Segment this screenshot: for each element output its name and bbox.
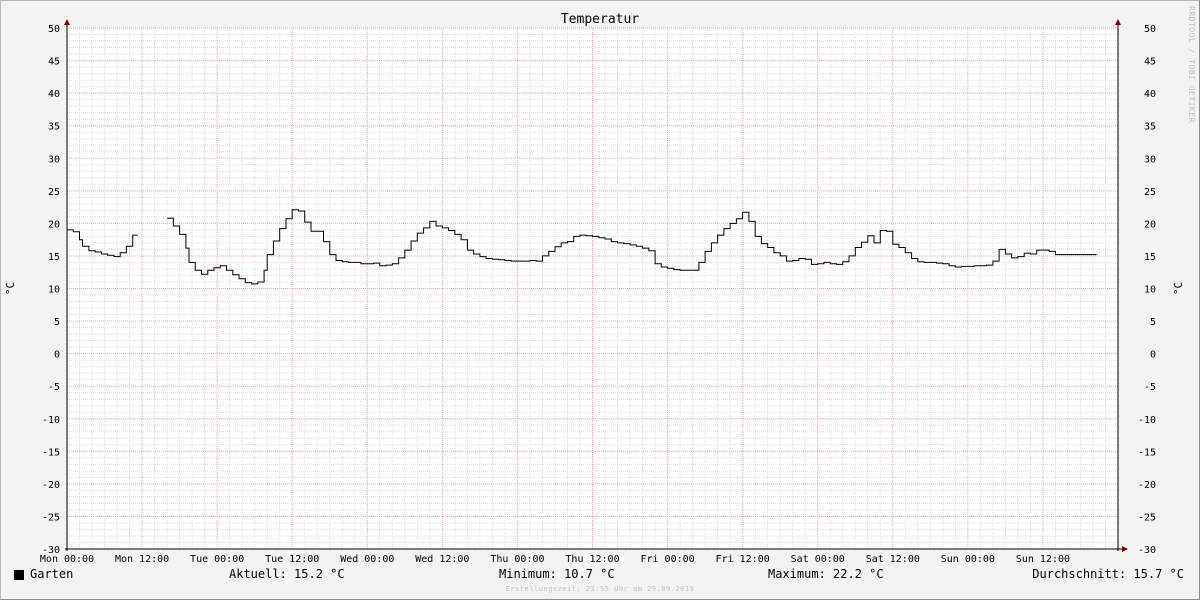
y-tick-label-left: -5 <box>48 382 60 393</box>
y-tick-label-left: 0 <box>54 350 60 361</box>
y-tick-label-right: -5 <box>1144 382 1156 393</box>
y-tick-label-left: 15 <box>48 252 60 263</box>
y-tick-label-right: 45 <box>1144 57 1156 68</box>
y-tick-label-right: -10 <box>1138 415 1156 426</box>
legend-series-name: Garten <box>30 567 74 581</box>
x-tick-label: Sat 12:00 <box>866 554 920 565</box>
x-tick-label: Sat 00:00 <box>791 554 845 565</box>
y-tick-label-right: -30 <box>1138 545 1156 556</box>
y-tick-label-left: -20 <box>42 480 60 491</box>
x-tick-label: Tue 00:00 <box>190 554 244 565</box>
y-tick-label-right: 25 <box>1144 187 1156 198</box>
legend-maximum: Maximum: 22.2 °C <box>768 567 884 581</box>
y-tick-label-right: 5 <box>1150 317 1156 328</box>
y-tick-label-left: 30 <box>48 154 60 165</box>
chart-title: Temperatur <box>561 12 639 27</box>
y-tick-label-right: 10 <box>1144 285 1156 296</box>
y-tick-label-left: 20 <box>48 219 60 230</box>
x-tick-label: Fri 00:00 <box>640 554 694 565</box>
y-tick-label-left: 5 <box>54 317 60 328</box>
y-tick-label-right: 30 <box>1144 154 1156 165</box>
y-tick-label-right: -20 <box>1138 480 1156 491</box>
legend-average: Durchschnitt: 15.7 °C <box>1032 567 1184 581</box>
y-tick-label-right: -25 <box>1138 512 1156 523</box>
x-tick-label: Mon 00:00 <box>40 554 94 565</box>
y-tick-label-right: -15 <box>1138 447 1156 458</box>
temperature-chart: 50 5045 4540 4035 3530 3025 2520 2015 1510 105 50 0… <box>4 6 1196 565</box>
x-tick-label: Fri 12:00 <box>716 554 770 565</box>
x-tick-label: Sun 12:00 <box>1016 554 1070 565</box>
x-tick-label: Tue 12:00 <box>265 554 319 565</box>
y-tick-label-right: 20 <box>1144 219 1156 230</box>
y-tick-label-left: 45 <box>48 57 60 68</box>
y-tick-label-right: 15 <box>1144 252 1156 263</box>
y-axis-right-arrow <box>1115 19 1121 25</box>
x-axis-arrow <box>1122 546 1128 552</box>
y-tick-label-left: -10 <box>42 415 60 426</box>
x-tick-label: Thu 00:00 <box>490 554 544 565</box>
rrdtool-watermark: RRDTOOL / TOBI OETIKER <box>1187 6 1196 123</box>
y-tick-label-left: -25 <box>42 512 60 523</box>
y-tick-label-right: 50 <box>1144 24 1156 35</box>
y-tick-label-right: 35 <box>1144 122 1156 133</box>
x-tick-label: Thu 12:00 <box>565 554 619 565</box>
y-tick-label-left: 10 <box>48 285 60 296</box>
legend-minimum: Minimum: 10.7 °C <box>499 567 615 581</box>
y-tick-label-left: 25 <box>48 187 60 198</box>
y-tick-label-left: 35 <box>48 122 60 133</box>
creation-time-footer: Erstellungszeit: 23:55 Uhr am 29.09.2019 <box>505 585 695 593</box>
legend: Garten Aktuell: 15.2 °C Minimum: 10.7 °C… <box>0 567 1200 585</box>
y-tick-label-left: 40 <box>48 89 60 100</box>
y-axis-left-arrow <box>64 19 70 25</box>
y-tick-label-left: 50 <box>48 24 60 35</box>
y-axis-label-right: °C <box>1172 282 1185 295</box>
y-tick-label-left: -15 <box>42 447 60 458</box>
y-tick-label-right: 40 <box>1144 89 1156 100</box>
x-tick-label: Mon 12:00 <box>115 554 169 565</box>
legend-current: Aktuell: 15.2 °C <box>229 567 345 581</box>
y-tick-label-right: 0 <box>1150 350 1156 361</box>
y-axis-label-left: °C <box>4 282 17 295</box>
x-tick-label: Wed 00:00 <box>340 554 394 565</box>
x-tick-label: Sun 00:00 <box>941 554 995 565</box>
x-tick-label: Wed 12:00 <box>415 554 469 565</box>
